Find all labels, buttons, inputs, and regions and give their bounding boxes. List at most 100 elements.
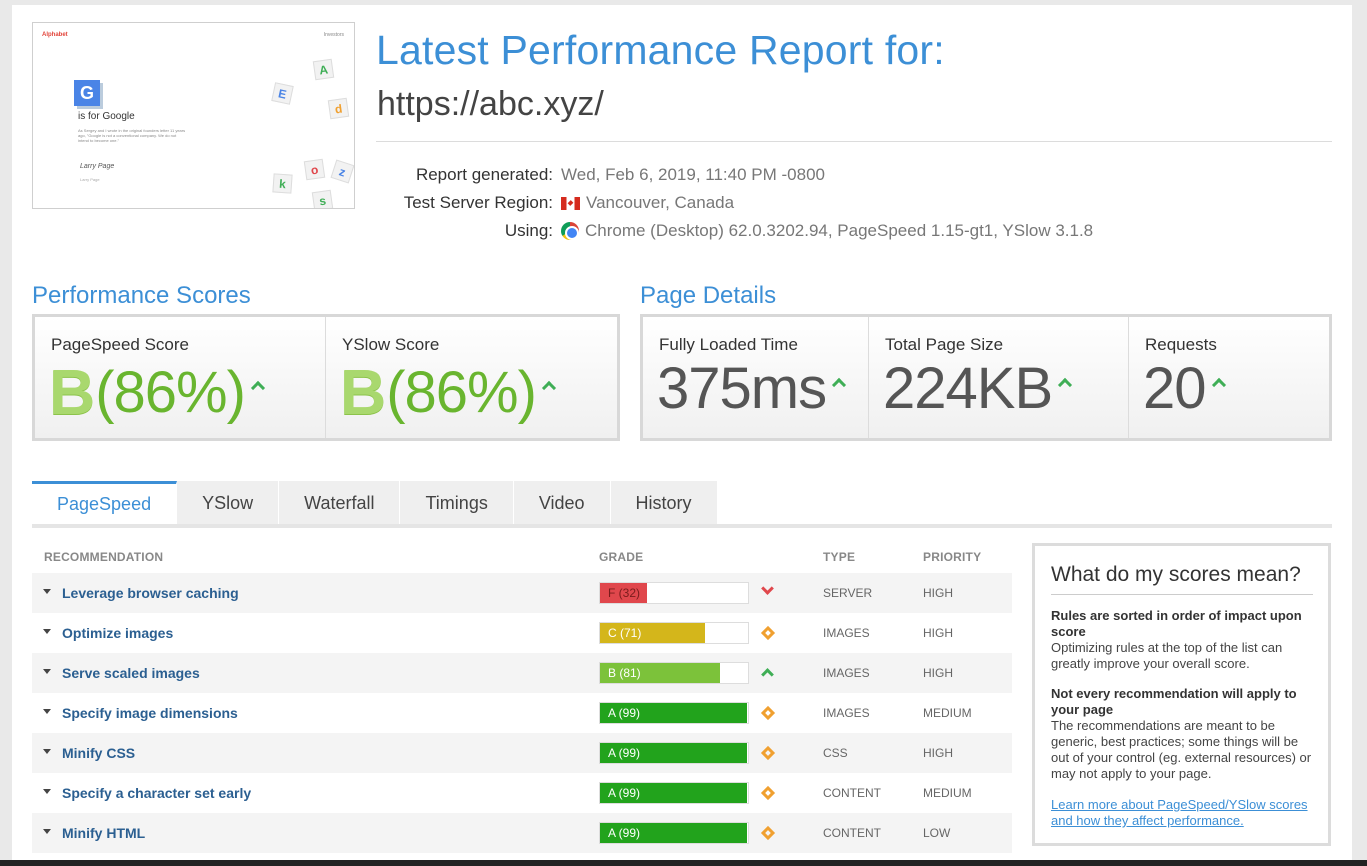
meta-label: Using: <box>504 221 553 240</box>
tab-history[interactable]: History <box>610 481 718 525</box>
letter-block-d: d <box>327 97 350 120</box>
expand-caret-icon[interactable] <box>43 749 51 754</box>
grade-bar: A (99) <box>599 702 749 724</box>
tab-waterfall[interactable]: Waterfall <box>279 481 401 525</box>
page-screenshot-thumbnail[interactable]: Alphabet Investors G is for Google As Se… <box>32 22 355 209</box>
up-arrow-icon <box>1211 377 1226 392</box>
grade-bar-fill: A (99) <box>600 743 747 763</box>
help-heading-2: Not every recommendation will apply to y… <box>1051 686 1297 717</box>
up-arrow-icon <box>1058 377 1073 392</box>
tab-pagespeed[interactable]: PageSpeed <box>32 481 178 525</box>
meta-server-region: Test Server Region: Vancouver, Canada <box>376 191 1336 215</box>
recommendation-name[interactable]: Specify a character set early <box>62 785 251 801</box>
pagespeed-score-label: PageSpeed Score <box>51 335 189 354</box>
fully-loaded-label: Fully Loaded Time <box>659 335 798 354</box>
recommendation-name[interactable]: Leverage browser caching <box>62 585 239 601</box>
divider <box>376 141 1332 142</box>
recommendation-type: CONTENT <box>823 826 881 840</box>
letter-block-o: o <box>303 158 326 181</box>
grade-bar-fill: A (99) <box>600 703 747 723</box>
tab-timings[interactable]: Timings <box>400 481 514 525</box>
help-heading-1: Rules are sorted in order of impact upon… <box>1051 608 1302 639</box>
recommendation-name[interactable]: Minify CSS <box>62 745 135 761</box>
expand-caret-icon[interactable] <box>43 589 51 594</box>
recommendation-name[interactable]: Serve scaled images <box>62 665 200 681</box>
table-row[interactable]: Optimize images C (71) IMAGES HIGH <box>32 613 1012 653</box>
letter-block-z: z <box>330 159 354 184</box>
performance-scores-title: Performance Scores <box>32 282 251 309</box>
header-recommendation: RECOMMENDATION <box>44 550 164 564</box>
page-size-label: Total Page Size <box>885 335 1004 354</box>
pagespeed-score-value: B (86%) <box>49 355 266 429</box>
tabs-underline <box>32 524 1332 528</box>
report-page: Alphabet Investors G is for Google As Se… <box>12 5 1352 866</box>
learn-more-link[interactable]: Learn more about PageSpeed/YSlow scores … <box>1051 797 1313 829</box>
header-grade: GRADE <box>599 550 644 564</box>
thumbnail-body: As Sergey and I wrote in the original fo… <box>78 128 186 143</box>
recommendation-name[interactable]: Minify HTML <box>62 825 145 841</box>
recommendation-type: IMAGES <box>823 626 870 640</box>
yslow-percent: (86%) <box>386 359 537 425</box>
thumbnail-sign-caption: Larry Page <box>80 177 100 182</box>
letter-block-k: k <box>272 173 293 194</box>
pagespeed-percent: (86%) <box>95 359 246 425</box>
expand-caret-icon[interactable] <box>43 789 51 794</box>
expand-caret-icon[interactable] <box>43 829 51 834</box>
expand-caret-icon[interactable] <box>43 669 51 674</box>
letter-block-s: s <box>311 189 334 208</box>
table-row[interactable]: Serve scaled images B (81) IMAGES HIGH <box>32 653 1012 693</box>
thumbnail-headline: is for Google <box>78 111 135 122</box>
grade-bar-fill: B (81) <box>600 663 720 683</box>
expand-caret-icon[interactable] <box>43 629 51 634</box>
recommendation-type: CSS <box>823 746 848 760</box>
yslow-score-label: YSlow Score <box>342 335 440 354</box>
tab-yslow[interactable]: YSlow <box>177 481 280 525</box>
recommendation-priority: MEDIUM <box>923 786 972 800</box>
help-divider <box>1051 594 1313 595</box>
yslow-score-cell: YSlow Score B (86%) <box>326 317 617 438</box>
table-row[interactable]: Specify image dimensions A (99) IMAGES MEDI… <box>32 693 1012 733</box>
up-arrow-icon <box>541 380 557 396</box>
report-url: https://abc.xyz/ <box>377 85 604 123</box>
thumbnail-brand: Alphabet <box>42 32 68 38</box>
header-type: TYPE <box>823 550 856 564</box>
fully-loaded-cell: Fully Loaded Time 375ms <box>643 317 869 438</box>
report-tabs: PageSpeed YSlow Waterfall Timings Video … <box>32 481 718 525</box>
bottom-edge <box>0 860 1367 866</box>
requests-cell: Requests 20 <box>1129 317 1329 438</box>
table-row[interactable]: Minify HTML A (99) CONTENT LOW <box>32 813 1012 853</box>
expand-caret-icon[interactable] <box>43 709 51 714</box>
thumbnail-signature: Larry Page <box>80 163 115 170</box>
meta-value: Chrome (Desktop) 62.0.3202.94, PageSpeed… <box>561 221 1093 241</box>
recommendation-name[interactable]: Specify image dimensions <box>62 705 238 721</box>
grade-bar: A (99) <box>599 742 749 764</box>
grade-bar-fill: A (99) <box>600 823 747 843</box>
performance-scores-box: PageSpeed Score B (86%) YSlow Score B (8… <box>32 314 620 441</box>
recommendation-type: IMAGES <box>823 666 870 680</box>
table-row[interactable]: Minify CSS A (99) CSS HIGH <box>32 733 1012 773</box>
page-details-box: Fully Loaded Time 375ms Total Page Size … <box>640 314 1332 441</box>
grade-bar: A (99) <box>599 782 749 804</box>
grade-bar: C (71) <box>599 622 749 644</box>
recommendation-priority: HIGH <box>923 746 953 760</box>
page-size-cell: Total Page Size 224KB <box>869 317 1129 438</box>
table-row[interactable]: Leverage browser caching F (32) SERVER HIGH <box>32 573 1012 613</box>
pagespeed-grade: B <box>49 356 96 428</box>
google-g-icon: G <box>74 80 100 106</box>
meta-report-generated: Report generated: Wed, Feb 6, 2019, 11:4… <box>376 163 1336 187</box>
grade-bar: B (81) <box>599 662 749 684</box>
recommendation-name[interactable]: Optimize images <box>62 625 173 641</box>
report-title: Latest Performance Report for: <box>376 27 945 73</box>
red-chevron-down-icon <box>761 582 775 600</box>
help-text-1: Optimizing rules at the top of the list … <box>1051 640 1283 671</box>
tab-video[interactable]: Video <box>513 481 611 525</box>
orange-diamond-icon <box>760 785 776 801</box>
meta-value: Wed, Feb 6, 2019, 11:40 PM -0800 <box>561 165 825 184</box>
meta-label: Test Server Region: <box>403 193 553 212</box>
up-arrow-icon <box>250 380 266 396</box>
orange-diamond-icon <box>760 745 776 761</box>
fully-loaded-value: 375ms <box>657 355 847 422</box>
table-row[interactable]: Specify a character set early A (99) CONTE… <box>32 773 1012 813</box>
help-text-2: The recommendations are meant to be gene… <box>1051 718 1312 781</box>
recommendation-priority: LOW <box>923 826 951 840</box>
